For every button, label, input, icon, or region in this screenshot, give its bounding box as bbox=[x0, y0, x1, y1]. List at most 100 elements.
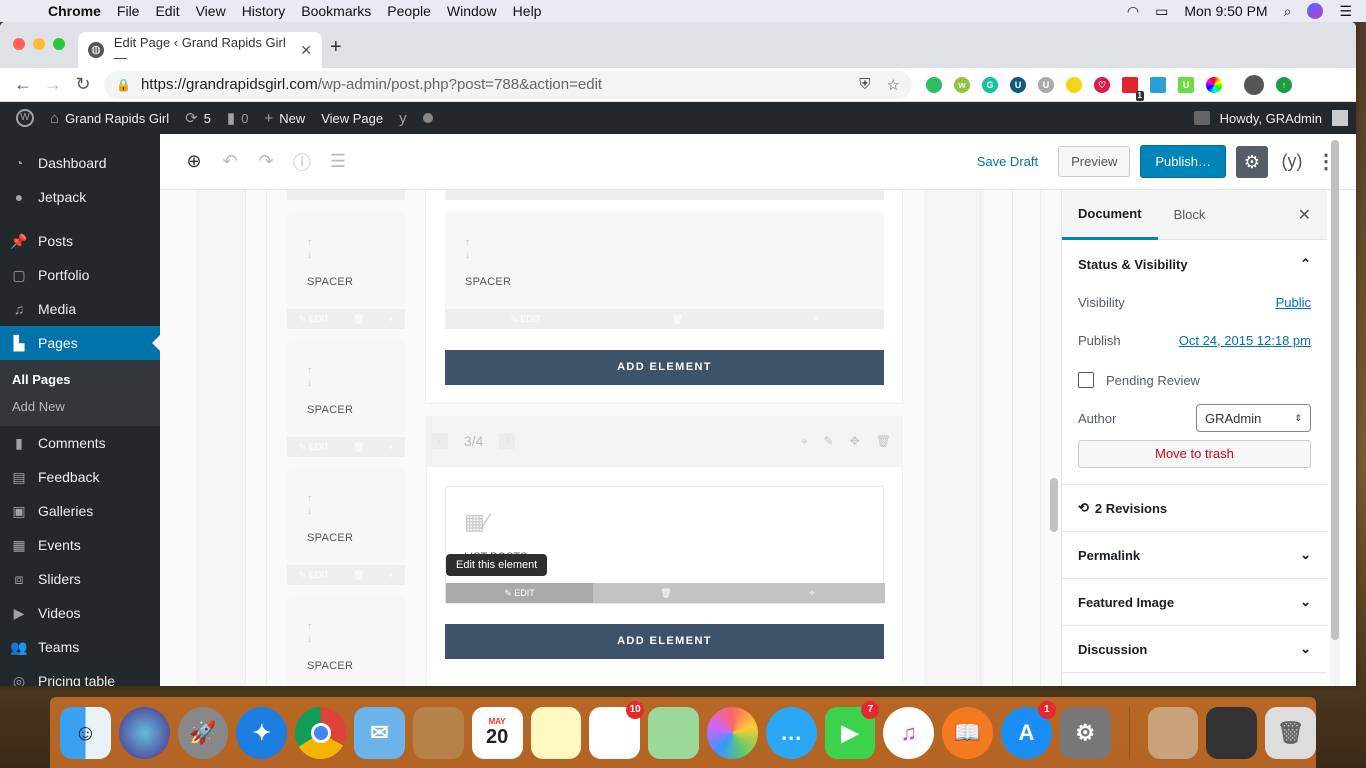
menu-window[interactable]: Window bbox=[439, 3, 505, 19]
delete-icon[interactable]: 🗑 bbox=[672, 314, 683, 325]
style-icon[interactable]: ⌖ bbox=[388, 314, 393, 325]
info-icon[interactable]: ⓘ bbox=[284, 149, 320, 175]
back-button[interactable]: ← bbox=[8, 74, 38, 95]
move-to-trash-button[interactable]: Move to trash bbox=[1078, 440, 1311, 468]
sidebar-item-pricing-table[interactable]: ◎ Pricing table bbox=[0, 664, 160, 687]
siri-icon[interactable] bbox=[1307, 3, 1324, 19]
comments-link[interactable]: ▮ 0 bbox=[219, 109, 257, 127]
profile-avatar[interactable] bbox=[1244, 74, 1264, 95]
add-element-button[interactable]: ADD ELEMENT bbox=[445, 350, 884, 385]
launchpad-icon[interactable]: 🚀 bbox=[177, 706, 229, 759]
heart-extension-icon[interactable]: ♡ bbox=[1094, 76, 1110, 93]
color-wheel-extension-icon[interactable] bbox=[1206, 76, 1222, 93]
app-store-icon[interactable]: A1 bbox=[1001, 700, 1056, 759]
edit-button[interactable]: ✎ EDIT bbox=[446, 583, 593, 603]
edit-button[interactable]: ✎ EDIT bbox=[299, 570, 330, 581]
zoom-window-button[interactable] bbox=[53, 38, 65, 50]
sidebar-item-sliders[interactable]: ⧈ Sliders bbox=[0, 562, 160, 596]
yellow-extension-icon[interactable] bbox=[1066, 76, 1082, 93]
red-extension-icon[interactable]: 1 bbox=[1122, 76, 1144, 101]
panel-permalink[interactable]: Permalink ⌄ bbox=[1062, 532, 1327, 579]
shield-icon[interactable]: ⛨ bbox=[859, 76, 870, 94]
yoast-icon[interactable]: (y) bbox=[1278, 151, 1306, 172]
row-move-icon[interactable]: ✥ bbox=[850, 434, 860, 449]
close-settings-icon[interactable]: ✕ bbox=[1298, 205, 1327, 225]
wifi-icon[interactable]: ◠ bbox=[1127, 3, 1139, 20]
canvas-scrollbar[interactable] bbox=[1050, 478, 1058, 532]
publish-button[interactable]: Publish… bbox=[1140, 145, 1226, 178]
sidebar-item-pages[interactable]: ▙ Pages bbox=[0, 326, 160, 360]
notifications-icon[interactable] bbox=[1193, 111, 1210, 125]
undo-icon[interactable]: ↶ bbox=[212, 151, 248, 172]
blue-wave-extension-icon[interactable] bbox=[1150, 76, 1166, 93]
sidebar-item-portfolio[interactable]: ▢ Portfolio bbox=[0, 258, 160, 292]
save-draft-button[interactable]: Save Draft bbox=[967, 154, 1048, 169]
sidebar-item-jetpack[interactable]: ● Jetpack bbox=[0, 180, 160, 214]
grammarly-extension-icon[interactable]: G bbox=[982, 76, 998, 93]
author-select[interactable]: GRAdmin ⇕ bbox=[1196, 404, 1311, 432]
mail-icon[interactable]: ✉ bbox=[354, 706, 405, 759]
howdy-user[interactable]: Howdy, GRAdmin bbox=[1220, 111, 1322, 126]
notes-icon[interactable] bbox=[530, 706, 582, 759]
maps-icon[interactable] bbox=[648, 706, 699, 759]
pending-review-checkbox[interactable] bbox=[1078, 372, 1094, 388]
sidebar-item-feedback[interactable]: ▤ Feedback bbox=[0, 460, 160, 494]
user-avatar[interactable] bbox=[1332, 110, 1348, 126]
tab-block[interactable]: Block bbox=[1158, 190, 1222, 240]
visibility-link[interactable]: Public bbox=[1276, 295, 1311, 310]
new-content-link[interactable]: + New bbox=[256, 110, 313, 127]
menu-edit[interactable]: Edit bbox=[147, 3, 187, 19]
submenu-add-new[interactable]: Add New bbox=[0, 393, 160, 420]
chrome-dock-icon[interactable] bbox=[295, 706, 347, 759]
row-style-icon[interactable]: ⌖ bbox=[801, 434, 808, 449]
siri-dock-icon[interactable] bbox=[118, 706, 170, 759]
browser-tab[interactable]: ◍ Edit Page ‹ Grand Rapids Girl — ✕ bbox=[78, 32, 322, 68]
submenu-all-pages[interactable]: All Pages bbox=[0, 366, 160, 393]
spacer-element[interactable]: ↑ ↓ SPACER bbox=[287, 596, 405, 686]
sidebar-item-posts[interactable]: 📌 Posts bbox=[0, 224, 160, 258]
facetime-icon[interactable]: ▶ 7 bbox=[824, 700, 880, 759]
updates-link[interactable]: ⟳ 5 bbox=[177, 109, 219, 127]
sidebar-item-teams[interactable]: 👥 Teams bbox=[0, 630, 160, 664]
menu-file[interactable]: File bbox=[109, 3, 148, 19]
new-tab-button[interactable]: + bbox=[330, 36, 342, 59]
update-icon[interactable]: ↑ bbox=[1276, 76, 1292, 93]
add-element-button[interactable]: ADD ELEMENT bbox=[445, 624, 884, 659]
photos-icon[interactable] bbox=[706, 706, 758, 759]
sidebar-item-media[interactable]: ♫ Media bbox=[0, 292, 160, 326]
yoast-seo-icon[interactable]: y bbox=[391, 110, 415, 127]
style-icon[interactable]: ⌖ bbox=[388, 570, 393, 581]
redo-icon[interactable]: ↷ bbox=[248, 151, 284, 172]
finder-icon[interactable]: ☺ bbox=[60, 706, 111, 759]
settings-gear-icon[interactable]: ⚙ bbox=[1236, 145, 1268, 178]
sidebar-item-videos[interactable]: ▶ Videos bbox=[0, 596, 160, 630]
edit-button[interactable]: ✎ EDIT bbox=[510, 314, 541, 325]
system-preferences-icon[interactable]: ⚙ bbox=[1059, 706, 1111, 759]
status-visibility-toggle[interactable]: Status & Visibility ⌃ bbox=[1062, 240, 1327, 288]
menu-view[interactable]: View bbox=[188, 3, 234, 19]
wordpress-logo-icon[interactable]: W bbox=[8, 109, 42, 127]
tab-document[interactable]: Document bbox=[1062, 190, 1158, 240]
close-tab-icon[interactable]: ✕ bbox=[300, 42, 312, 59]
delete-icon[interactable]: 🗑 bbox=[353, 570, 364, 581]
bookmark-star-icon[interactable]: ☆ bbox=[887, 76, 900, 94]
next-page-button[interactable]: › bbox=[499, 433, 516, 449]
u-gray-extension-icon[interactable]: U bbox=[1038, 76, 1054, 93]
panel-discussion[interactable]: Discussion ⌄ bbox=[1062, 626, 1327, 673]
calendar-dock-icon[interactable]: MAY 20 bbox=[471, 706, 523, 759]
trash-icon[interactable]: 🗑 bbox=[1265, 706, 1317, 759]
edit-button[interactable]: ✎ EDIT bbox=[299, 314, 330, 325]
itunes-icon[interactable]: ♫ bbox=[883, 706, 935, 759]
page-scrollbar[interactable] bbox=[1331, 140, 1339, 640]
forward-button[interactable]: → bbox=[38, 74, 68, 95]
style-icon[interactable]: ⌖ bbox=[739, 583, 885, 603]
style-icon[interactable]: ⌖ bbox=[388, 442, 393, 453]
safari-icon[interactable]: ✦ bbox=[236, 706, 288, 759]
view-page-link[interactable]: View Page bbox=[313, 111, 391, 126]
sidebar-item-galleries[interactable]: ▣ Galleries bbox=[0, 494, 160, 528]
chrome-window-thumbnail[interactable] bbox=[1206, 706, 1258, 759]
books-icon[interactable]: 📖 bbox=[942, 706, 993, 759]
contacts-icon[interactable] bbox=[412, 706, 464, 759]
publish-date-link[interactable]: Oct 24, 2015 12:18 pm bbox=[1179, 333, 1311, 348]
address-bar[interactable]: 🔒 https://grandrapidsgirl.com /wp-admin/… bbox=[104, 70, 912, 99]
